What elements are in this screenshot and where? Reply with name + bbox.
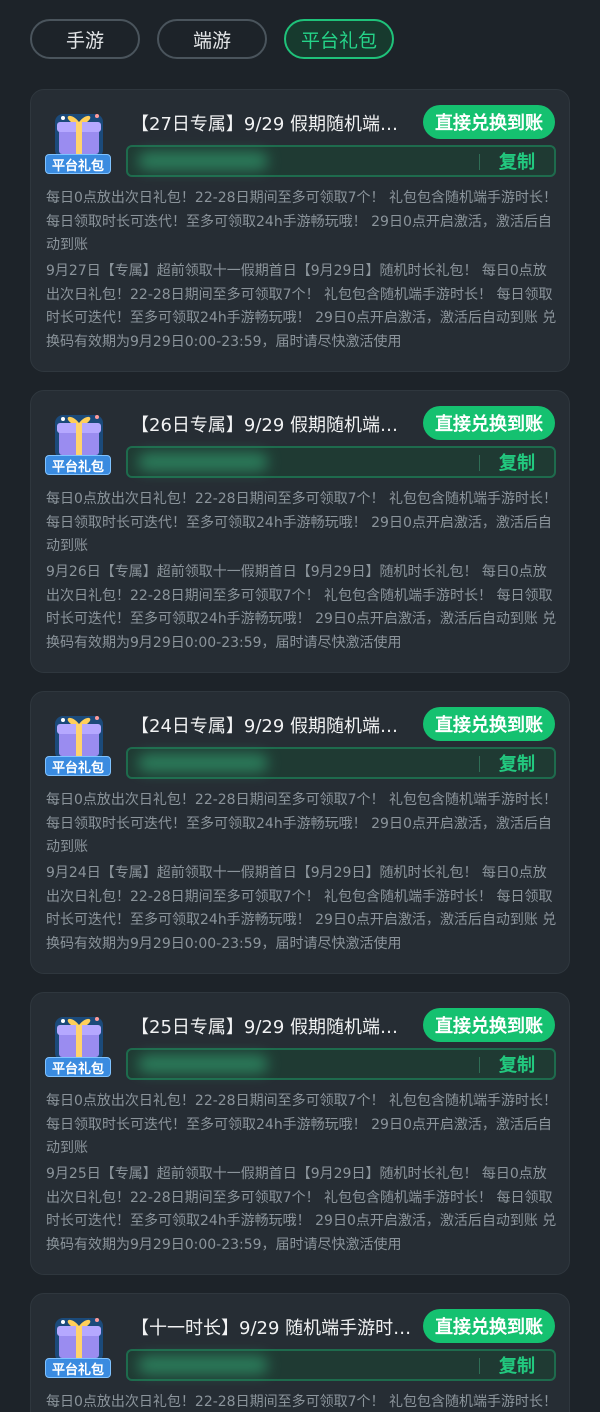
card-description: 每日0点放出次日礼包！22-28日期间至多可领取7个！ 礼包包含随机端手游时长！… xyxy=(46,491,557,554)
code-field[interactable]: 复制 xyxy=(126,747,556,779)
gift-card: 平台礼包 【25日专属】9/29 假期随机端手游时长礼包 直接兑换到账 复制 每… xyxy=(30,992,570,1275)
card-title: 【27日专属】9/29 假期随机端手游时长礼包 xyxy=(131,114,416,135)
code-value-blurred xyxy=(138,152,268,170)
card-detail: 9月25日【专属】超前领取十一假期首日【9月29日】随机时长礼包！ 每日0点放出… xyxy=(46,1166,557,1253)
gift-box-icon: 平台礼包 xyxy=(45,407,113,475)
code-field[interactable]: 复制 xyxy=(126,145,556,177)
gift-box-icon: 平台礼包 xyxy=(45,1009,113,1077)
redeem-button[interactable]: 直接兑换到账 xyxy=(423,707,555,741)
copy-button[interactable]: 复制 xyxy=(480,1351,554,1379)
code-value-blurred xyxy=(138,453,268,471)
gift-box-icon: 平台礼包 xyxy=(45,1310,113,1378)
code-field[interactable]: 复制 xyxy=(126,1048,556,1080)
code-value-blurred xyxy=(138,754,268,772)
card-description: 每日0点放出次日礼包！22-28日期间至多可领取7个！ 礼包包含随机端手游时长！… xyxy=(46,792,557,855)
gift-card: 平台礼包 【27日专属】9/29 假期随机端手游时长礼包 直接兑换到账 复制 每… xyxy=(30,89,570,372)
gift-box-icon: 平台礼包 xyxy=(45,106,113,174)
card-title: 【26日专属】9/29 假期随机端手游时长礼包 xyxy=(131,415,416,436)
gift-badge: 平台礼包 xyxy=(45,1358,111,1378)
tab-mobile-games[interactable]: 手游 xyxy=(30,19,140,59)
code-value-blurred xyxy=(138,1055,268,1073)
gift-badge: 平台礼包 xyxy=(45,756,111,776)
tab-pc-games[interactable]: 端游 xyxy=(157,19,267,59)
card-detail: 9月24日【专属】超前领取十一假期首日【9月29日】随机时长礼包！ 每日0点放出… xyxy=(46,865,557,952)
code-field[interactable]: 复制 xyxy=(126,1349,556,1381)
card-detail: 9月26日【专属】超前领取十一假期首日【9月29日】随机时长礼包！ 每日0点放出… xyxy=(46,564,557,651)
gift-box-icon: 平台礼包 xyxy=(45,708,113,776)
tab-platform-gifts[interactable]: 平台礼包 xyxy=(284,19,394,59)
copy-button[interactable]: 复制 xyxy=(480,1050,554,1078)
gift-badge: 平台礼包 xyxy=(45,1057,111,1077)
gift-badge: 平台礼包 xyxy=(45,154,111,174)
code-field[interactable]: 复制 xyxy=(126,446,556,478)
gift-badge: 平台礼包 xyxy=(45,455,111,475)
card-description: 每日0点放出次日礼包！22-28日期间至多可领取7个！ 礼包包含随机端手游时长！… xyxy=(46,190,557,253)
redeem-button[interactable]: 直接兑换到账 xyxy=(423,1008,555,1042)
gift-card: 平台礼包 【26日专属】9/29 假期随机端手游时长礼包 直接兑换到账 复制 每… xyxy=(30,390,570,673)
card-description: 每日0点放出次日礼包！22-28日期间至多可领取7个！ 礼包包含随机端手游时长！ xyxy=(46,1394,557,1410)
card-description: 每日0点放出次日礼包！22-28日期间至多可领取7个！ 礼包包含随机端手游时长！… xyxy=(46,1093,557,1156)
copy-button[interactable]: 复制 xyxy=(480,147,554,175)
card-title: 【25日专属】9/29 假期随机端手游时长礼包 xyxy=(131,1017,416,1038)
card-title: 【十一时长】9/29 随机端手游时长礼包 xyxy=(131,1318,416,1339)
copy-button[interactable]: 复制 xyxy=(480,448,554,476)
redeem-button[interactable]: 直接兑换到账 xyxy=(423,105,555,139)
gift-card: 平台礼包 【24日专属】9/29 假期随机端手游时长礼包 直接兑换到账 复制 每… xyxy=(30,691,570,974)
card-title: 【24日专属】9/29 假期随机端手游时长礼包 xyxy=(131,716,416,737)
gift-card: 平台礼包 【十一时长】9/29 随机端手游时长礼包 直接兑换到账 复制 每日0点… xyxy=(30,1293,570,1412)
code-value-blurred xyxy=(138,1356,268,1374)
card-detail: 9月27日【专属】超前领取十一假期首日【9月29日】随机时长礼包！ 每日0点放出… xyxy=(46,263,557,350)
redeem-button[interactable]: 直接兑换到账 xyxy=(423,1309,555,1343)
copy-button[interactable]: 复制 xyxy=(480,749,554,777)
redeem-button[interactable]: 直接兑换到账 xyxy=(423,406,555,440)
